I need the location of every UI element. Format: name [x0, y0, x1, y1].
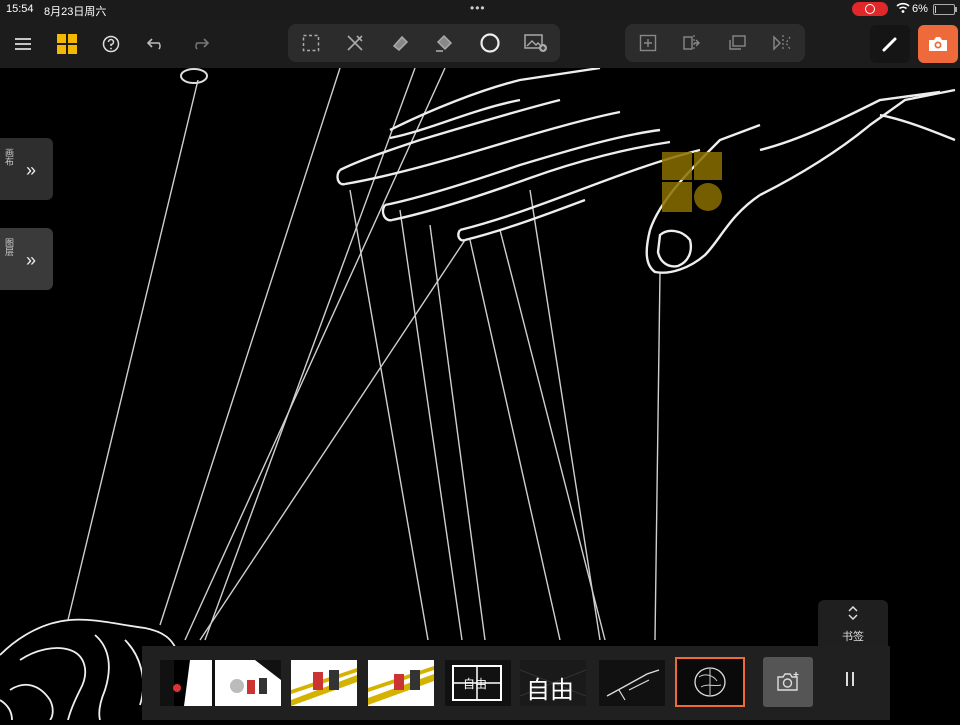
chevron-double-right-icon: » — [26, 160, 37, 180]
frame-thumbnail-4[interactable] — [368, 660, 434, 706]
frame-tools-group — [625, 24, 805, 62]
bookmark-tab[interactable]: 书签 — [818, 600, 888, 648]
split-frame-icon[interactable] — [677, 28, 707, 58]
battery-icon — [933, 4, 957, 15]
bookmark-label: 书签 — [842, 631, 864, 643]
brush-circle-icon[interactable] — [475, 28, 505, 58]
thumbnail-caption: 自由 — [526, 676, 574, 704]
status-bar: 15:54 8月23日周六 ••• 6% — [0, 0, 960, 18]
canvas-side-tab[interactable]: 画布 » — [0, 138, 53, 200]
frame-thumbnail-2[interactable] — [215, 660, 281, 706]
image-add-icon[interactable] — [521, 28, 551, 58]
fill-bucket-icon[interactable] — [430, 28, 460, 58]
battery-fill — [935, 6, 936, 13]
add-snapshot-button[interactable] — [763, 657, 813, 707]
drawing-canvas[interactable] — [0, 66, 960, 721]
pencil-icon — [875, 29, 905, 59]
pen-cross-icon[interactable] — [340, 28, 370, 58]
frame-thumbnail-6[interactable]: 自由 — [520, 660, 586, 706]
wifi-icon — [896, 2, 910, 17]
chevron-expand-icon — [847, 605, 859, 625]
side-tab-label: 画布 — [4, 148, 14, 166]
draw-tools-group — [288, 24, 560, 62]
frame-thumbnail-8-active[interactable] — [675, 657, 745, 707]
status-time: 15:54 — [6, 3, 34, 15]
flip-frame-icon[interactable] — [767, 28, 797, 58]
camera-icon — [923, 29, 953, 59]
camera-add-icon — [776, 671, 800, 698]
pause-icon[interactable] — [842, 668, 858, 690]
selection-icon[interactable] — [296, 28, 326, 58]
puppet-strings — [67, 67, 661, 641]
multitask-dots-icon[interactable]: ••• — [470, 1, 486, 15]
help-icon[interactable] — [96, 29, 126, 59]
status-date: 8月23日周六 — [44, 6, 107, 18]
frame-thumbnail-5[interactable]: 自由 — [445, 660, 511, 706]
frame-thumbnail-3[interactable] — [291, 660, 357, 706]
add-frame-icon[interactable] — [633, 28, 663, 58]
undo-icon[interactable] — [141, 29, 171, 59]
redo-icon[interactable] — [185, 29, 215, 59]
layers-side-tab[interactable]: 图层 » — [0, 228, 53, 290]
frame-thumbnail-7[interactable] — [599, 660, 665, 706]
watermark-logo — [662, 152, 722, 212]
canvas-artwork — [0, 66, 956, 721]
pencil-button[interactable] — [870, 25, 910, 63]
thumbnail-caption: 自由 — [463, 677, 488, 691]
menu-icon[interactable] — [8, 29, 38, 59]
duplicate-frame-icon[interactable] — [722, 28, 752, 58]
top-toolbar — [0, 18, 960, 68]
frame-filmstrip: 自由 自由 — [142, 646, 890, 720]
side-tab-label: 图层 — [4, 238, 14, 256]
chevron-double-right-icon: » — [26, 250, 37, 270]
camera-button[interactable] — [918, 25, 958, 63]
top-knot — [180, 68, 208, 84]
screen-recording-icon[interactable] — [852, 2, 888, 16]
hand-drawing — [336, 66, 956, 274]
eraser-icon[interactable] — [385, 28, 415, 58]
app-grid-icon[interactable] — [52, 29, 82, 59]
battery-percent: 6% — [912, 3, 928, 15]
